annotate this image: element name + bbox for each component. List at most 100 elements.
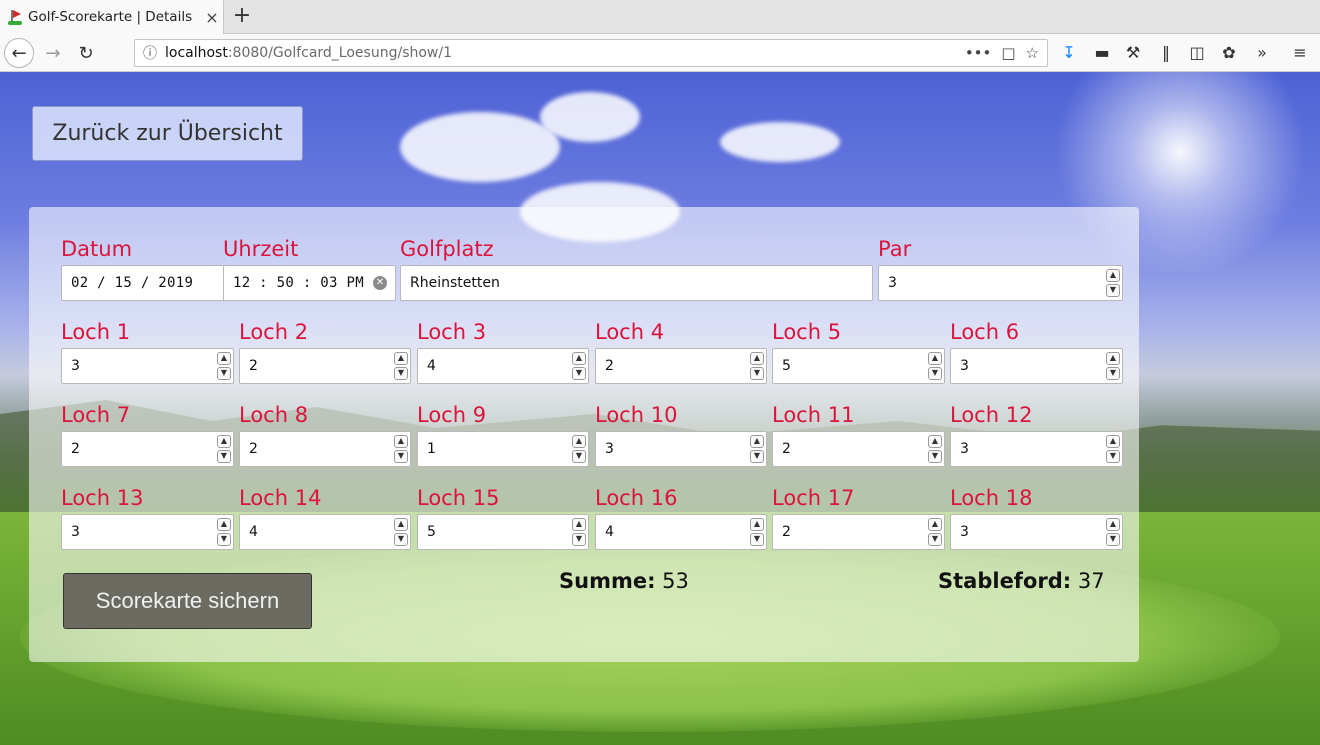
spin-up-icon[interactable]: ▲ [217, 352, 231, 365]
spin-up-icon[interactable]: ▲ [572, 518, 586, 531]
spin-up-icon[interactable]: ▲ [1106, 518, 1120, 531]
hole-spinner[interactable]: ▲ ▼ [750, 352, 764, 380]
spin-up-icon[interactable]: ▲ [928, 352, 942, 365]
spin-down-icon[interactable]: ▼ [572, 367, 586, 380]
spin-down-icon[interactable]: ▼ [928, 450, 942, 463]
spin-up-icon[interactable]: ▲ [572, 435, 586, 448]
spin-down-icon[interactable]: ▼ [928, 533, 942, 546]
hole-spinner[interactable]: ▲ ▼ [394, 352, 408, 380]
spin-down-icon[interactable]: ▼ [217, 450, 231, 463]
hole-input[interactable]: 2 ▲ ▼ [61, 431, 234, 467]
hole-spinner[interactable]: ▲ ▼ [572, 352, 586, 380]
spin-up-icon[interactable]: ▲ [394, 352, 408, 365]
hole-spinner[interactable]: ▲ ▼ [394, 435, 408, 463]
back-arrow-icon[interactable]: ← [4, 38, 34, 68]
hole-input[interactable]: 3 ▲ ▼ [61, 514, 234, 550]
hole-input[interactable]: 4 ▲ ▼ [595, 514, 767, 550]
hole-input[interactable]: 2 ▲ ▼ [595, 348, 767, 384]
clear-time-icon[interactable]: ✕ [373, 276, 387, 290]
back-to-overview-button[interactable]: Zurück zur Übersicht [32, 106, 303, 161]
new-tab-button[interactable]: + [230, 3, 254, 31]
spin-down-icon[interactable]: ▼ [1106, 367, 1120, 380]
spin-up-icon[interactable]: ▲ [217, 435, 231, 448]
spin-down-icon[interactable]: ▼ [928, 367, 942, 380]
hole-input[interactable]: 3 ▲ ▼ [595, 431, 767, 467]
spin-up-icon[interactable]: ▲ [750, 352, 764, 365]
hole-spinner[interactable]: ▲ ▼ [750, 518, 764, 546]
hole-input[interactable]: 4 ▲ ▼ [417, 348, 589, 384]
hole-spinner[interactable]: ▲ ▼ [572, 518, 586, 546]
hole-input[interactable]: 5 ▲ ▼ [417, 514, 589, 550]
pocket-icon[interactable]: □ [1001, 44, 1015, 62]
spin-up-icon[interactable]: ▲ [217, 518, 231, 531]
hole-spinner[interactable]: ▲ ▼ [217, 435, 231, 463]
spin-down-icon[interactable]: ▼ [572, 450, 586, 463]
hole-input[interactable]: 5 ▲ ▼ [772, 348, 945, 384]
info-icon[interactable]: ⓘ [135, 43, 165, 63]
sidebar-icon[interactable]: ◫ [1187, 43, 1207, 62]
hole-spinner[interactable]: ▲ ▼ [928, 435, 942, 463]
hole-spinner[interactable]: ▲ ▼ [217, 352, 231, 380]
spin-down-icon[interactable]: ▼ [394, 367, 408, 380]
tab-close-icon[interactable]: × [201, 8, 223, 27]
hole-spinner[interactable]: ▲ ▼ [928, 352, 942, 380]
spin-up-icon[interactable]: ▲ [750, 435, 764, 448]
wrench-icon[interactable]: ⚒ [1123, 43, 1143, 62]
forward-arrow-icon[interactable]: → [38, 38, 68, 68]
addon-icon[interactable]: ✿ [1219, 43, 1239, 62]
spin-down-icon[interactable]: ▼ [217, 367, 231, 380]
hole-input[interactable]: 2 ▲ ▼ [772, 514, 945, 550]
spin-down-icon[interactable]: ▼ [750, 533, 764, 546]
hole-input[interactable]: 3 ▲ ▼ [950, 431, 1123, 467]
url-text[interactable]: localhost:8080/Golfcard_Loesung/show/1 [165, 45, 965, 61]
reload-icon[interactable]: ↻ [71, 38, 101, 68]
spin-down-icon[interactable]: ▼ [394, 450, 408, 463]
spin-down-icon[interactable]: ▼ [750, 450, 764, 463]
hole-spinner[interactable]: ▲ ▼ [928, 518, 942, 546]
hole-spinner[interactable]: ▲ ▼ [217, 518, 231, 546]
spin-up-icon[interactable]: ▲ [572, 352, 586, 365]
spin-down-icon[interactable]: ▼ [572, 533, 586, 546]
bookmark-star-icon[interactable]: ☆ [1026, 44, 1039, 62]
time-input[interactable]: 12 : 50 : 03 PM ✕ [223, 265, 396, 301]
menu-hamburger-icon[interactable]: ≡ [1290, 43, 1310, 62]
course-input[interactable]: Rheinstetten [400, 265, 873, 301]
overflow-chevron-icon[interactable]: » [1252, 43, 1272, 62]
spin-down-icon[interactable]: ▼ [217, 533, 231, 546]
spin-up-icon[interactable]: ▲ [394, 435, 408, 448]
spin-up-icon[interactable]: ▲ [1106, 269, 1120, 282]
hole-input[interactable]: 3 ▲ ▼ [61, 348, 234, 384]
par-input[interactable]: 3 ▲ ▼ [878, 265, 1123, 301]
spin-up-icon[interactable]: ▲ [750, 518, 764, 531]
hole-spinner[interactable]: ▲ ▼ [394, 518, 408, 546]
hole-spinner[interactable]: ▲ ▼ [1106, 435, 1120, 463]
hole-input[interactable]: 2 ▲ ▼ [239, 348, 411, 384]
save-scorecard-button[interactable]: Scorekarte sichern [63, 573, 312, 629]
spin-down-icon[interactable]: ▼ [1106, 450, 1120, 463]
hole-input[interactable]: 1 ▲ ▼ [417, 431, 589, 467]
hole-spinner[interactable]: ▲ ▼ [750, 435, 764, 463]
hole-spinner[interactable]: ▲ ▼ [572, 435, 586, 463]
page-actions-icon[interactable]: ••• [965, 44, 992, 62]
hole-input[interactable]: 4 ▲ ▼ [239, 514, 411, 550]
par-spinner[interactable]: ▲ ▼ [1106, 269, 1120, 297]
hole-input[interactable]: 2 ▲ ▼ [772, 431, 945, 467]
spin-up-icon[interactable]: ▲ [928, 518, 942, 531]
spin-down-icon[interactable]: ▼ [750, 367, 764, 380]
hole-spinner[interactable]: ▲ ▼ [1106, 352, 1120, 380]
hole-input[interactable]: 3 ▲ ▼ [950, 348, 1123, 384]
spin-down-icon[interactable]: ▼ [394, 533, 408, 546]
spin-down-icon[interactable]: ▼ [1106, 533, 1120, 546]
address-bar[interactable]: ⓘ localhost:8080/Golfcard_Loesung/show/1… [134, 39, 1048, 67]
spin-up-icon[interactable]: ▲ [394, 518, 408, 531]
extension-icon[interactable]: ▬ [1092, 43, 1112, 62]
spin-up-icon[interactable]: ▲ [928, 435, 942, 448]
spin-up-icon[interactable]: ▲ [1106, 435, 1120, 448]
date-input[interactable]: 02 / 15 / 2019 ✕ [61, 265, 246, 301]
spin-up-icon[interactable]: ▲ [1106, 352, 1120, 365]
spin-down-icon[interactable]: ▼ [1106, 284, 1120, 297]
hole-spinner[interactable]: ▲ ▼ [1106, 518, 1120, 546]
library-icon[interactable]: ‖ [1156, 43, 1176, 62]
download-icon[interactable]: ↧ [1059, 43, 1079, 62]
hole-input[interactable]: 3 ▲ ▼ [950, 514, 1123, 550]
